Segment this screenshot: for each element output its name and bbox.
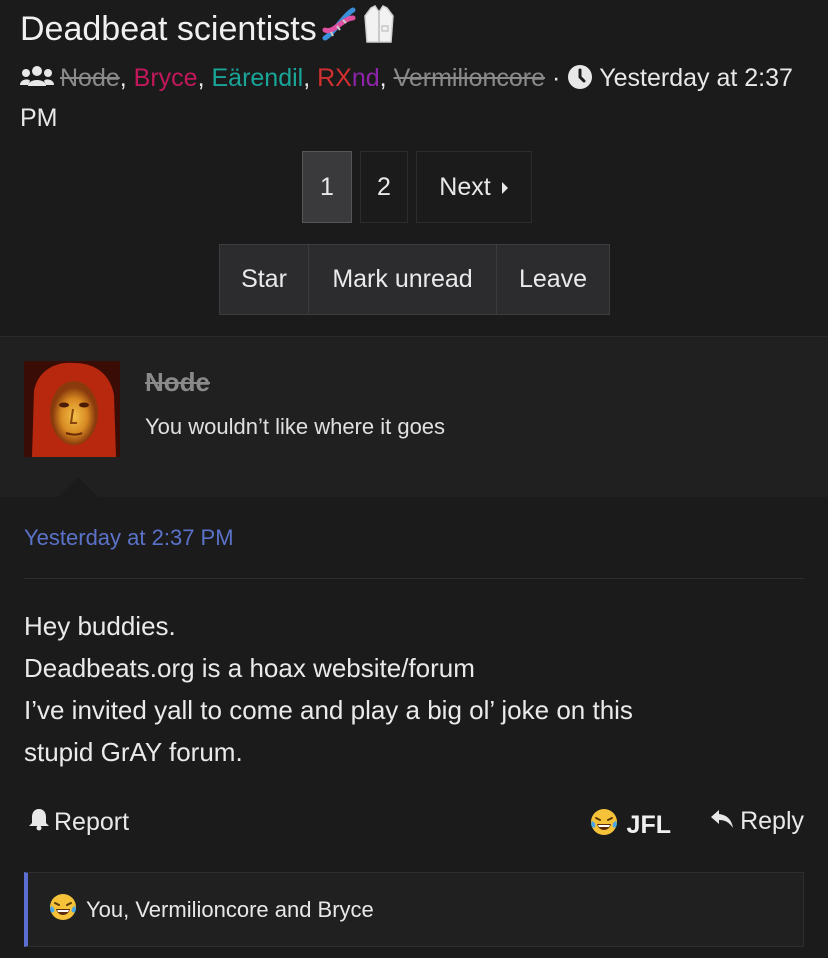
avatar[interactable]: [24, 361, 120, 457]
thread-meta: Node, Bryce, Eärendil, RXnd, Vermilionco…: [20, 64, 793, 132]
jfl-label: JFL: [626, 811, 671, 839]
crying-laughing-icon: [48, 892, 78, 928]
crying-laughing-icon: [589, 807, 619, 844]
post-body: Hey buddies. Deadbeats.org is a hoax web…: [24, 605, 804, 773]
reply-icon: [710, 807, 734, 836]
thread-title-text: Deadbeat scientists: [20, 10, 317, 48]
participant-vermilioncore[interactable]: Vermilioncore: [394, 64, 545, 92]
reactions-summary-text: You, Vermilioncore and Bryce: [86, 896, 374, 922]
thread-header: Deadbeat scientists Node, Bryce, Eärendi…: [0, 0, 828, 336]
participant-earendil[interactable]: Eärendil: [211, 64, 303, 92]
participant-node[interactable]: Node: [60, 64, 120, 92]
bell-icon: [28, 807, 50, 838]
participant-bryce[interactable]: Bryce: [134, 64, 198, 92]
reactions-summary[interactable]: You, Vermilioncore and Bryce: [24, 872, 804, 947]
participant-rxnd[interactable]: RXnd: [317, 64, 380, 92]
star-button[interactable]: Star: [219, 244, 309, 315]
post-author[interactable]: Node: [145, 367, 210, 398]
mark-unread-button[interactable]: Mark unread: [309, 244, 497, 315]
lab-coat-icon: [361, 4, 397, 54]
next-page-button[interactable]: Next: [416, 151, 532, 223]
user-bar-caret: [58, 477, 98, 497]
dna-icon: [319, 4, 359, 54]
post-line: Deadbeats.org is a hoax website/forum: [24, 653, 475, 683]
post-line: I’ve invited yall to come and play a big…: [24, 695, 633, 725]
post-divider: [24, 578, 804, 579]
next-page-label: Next: [439, 172, 491, 201]
page-1-button[interactable]: 1: [302, 151, 352, 223]
post: Yesterday at 2:37 PM Hey buddies. Deadbe…: [0, 497, 828, 958]
pagination: 1 2 Next: [302, 151, 532, 223]
meta-separator: ·: [551, 64, 561, 92]
participants-icon: [20, 64, 54, 100]
jfl-reaction-button[interactable]: JFL: [589, 807, 671, 844]
thread-title: Deadbeat scientists: [20, 4, 397, 54]
page-2-button[interactable]: 2: [360, 151, 408, 223]
post-user-bar: Node You wouldn’t like where it goes: [0, 337, 828, 497]
post-timestamp[interactable]: Yesterday at 2:37 PM: [24, 525, 234, 551]
caret-right-icon: [501, 173, 509, 202]
report-label: Report: [54, 808, 130, 836]
post-line: stupid GrAY forum.: [24, 737, 243, 767]
clock-icon: [567, 64, 593, 100]
leave-button[interactable]: Leave: [497, 244, 610, 315]
thread-actions: Star Mark unread Leave: [219, 244, 610, 315]
reply-button[interactable]: Reply: [710, 807, 804, 836]
post-footer: Report JFL Reply: [24, 807, 804, 843]
report-button[interactable]: Report: [28, 807, 129, 838]
reply-label: Reply: [740, 807, 804, 835]
post-line: Hey buddies.: [24, 611, 176, 641]
user-title: You wouldn’t like where it goes: [145, 414, 446, 439]
